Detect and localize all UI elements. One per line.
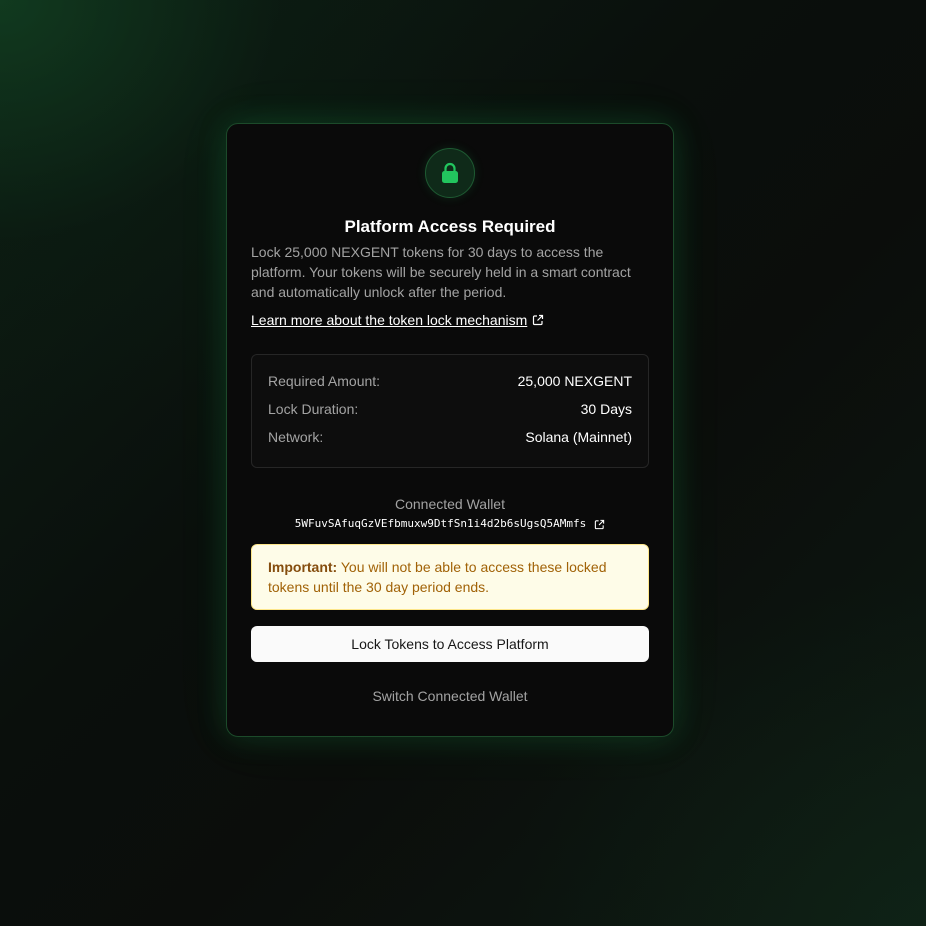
detail-row-network: Network: Solana (Mainnet) bbox=[268, 423, 632, 451]
switch-wallet-button[interactable]: Switch Connected Wallet bbox=[251, 678, 649, 714]
token-lock-card: Platform Access Required Lock 25,000 NEX… bbox=[226, 123, 674, 737]
external-link-icon bbox=[533, 314, 544, 326]
detail-row-lock-duration: Lock Duration: 30 Days bbox=[268, 395, 632, 423]
learn-more-link[interactable]: Learn more about the token lock mechanis… bbox=[251, 310, 544, 330]
description: Lock 25,000 NEXGENT tokens for 30 days t… bbox=[251, 244, 631, 300]
lock-tokens-button[interactable]: Lock Tokens to Access Platform bbox=[251, 626, 649, 662]
external-link-icon[interactable] bbox=[594, 519, 605, 530]
wallet-address-row[interactable]: 5WFuvSAfuqGzVEfbmuxw9DtfSn1i4d2b6sUgsQ5A… bbox=[251, 517, 649, 531]
learn-more-label: Learn more about the token lock mechanis… bbox=[251, 312, 528, 328]
warning-prefix: Important: bbox=[268, 559, 338, 575]
detail-value: 25,000 NEXGENT bbox=[517, 373, 632, 389]
page-title: Platform Access Required bbox=[344, 217, 556, 236]
detail-label: Required Amount: bbox=[268, 373, 381, 389]
connected-wallet-label: Connected Wallet bbox=[395, 496, 505, 512]
lock-icon bbox=[442, 162, 458, 183]
detail-value: Solana (Mainnet) bbox=[525, 429, 632, 445]
detail-label: Lock Duration: bbox=[268, 401, 359, 417]
wallet-address[interactable]: 5WFuvSAfuqGzVEfbmuxw9DtfSn1i4d2b6sUgsQ5A… bbox=[295, 517, 586, 531]
lock-details-panel: Required Amount: 25,000 NEXGENT Lock Dur… bbox=[251, 354, 649, 468]
detail-value: 30 Days bbox=[580, 401, 632, 417]
lock-badge bbox=[425, 148, 475, 198]
detail-row-required-amount: Required Amount: 25,000 NEXGENT bbox=[268, 367, 632, 395]
detail-label: Network: bbox=[268, 429, 324, 445]
important-warning: Important: You will not be able to acces… bbox=[251, 544, 649, 610]
